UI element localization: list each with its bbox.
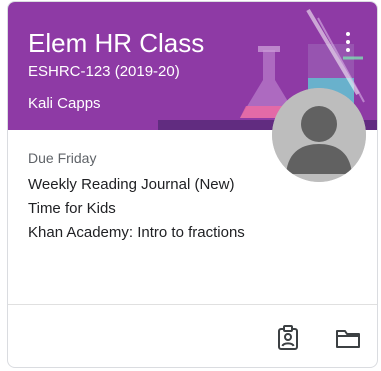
class-card[interactable]: Elem HR Class ESHRC-123 (2019-20) Kali C… [7, 1, 378, 368]
default-person-avatar [272, 88, 366, 182]
assignment-link[interactable]: Time for Kids [28, 200, 116, 218]
more-vert-icon[interactable] [339, 30, 357, 56]
assignment-ind-icon[interactable] [274, 324, 302, 352]
assignment-link[interactable]: Khan Academy: Intro to fractions [28, 224, 245, 242]
avatar [272, 88, 366, 182]
class-title-link[interactable]: Elem HR Class [28, 28, 204, 58]
card-divider [8, 304, 377, 305]
class-section: ESHRC-123 (2019-20) [28, 63, 180, 80]
assignment-link[interactable]: Weekly Reading Journal (New) [28, 176, 234, 194]
due-label: Due Friday [28, 150, 97, 166]
teacher-name: Kali Capps [28, 95, 101, 112]
folder-icon[interactable] [334, 324, 362, 352]
